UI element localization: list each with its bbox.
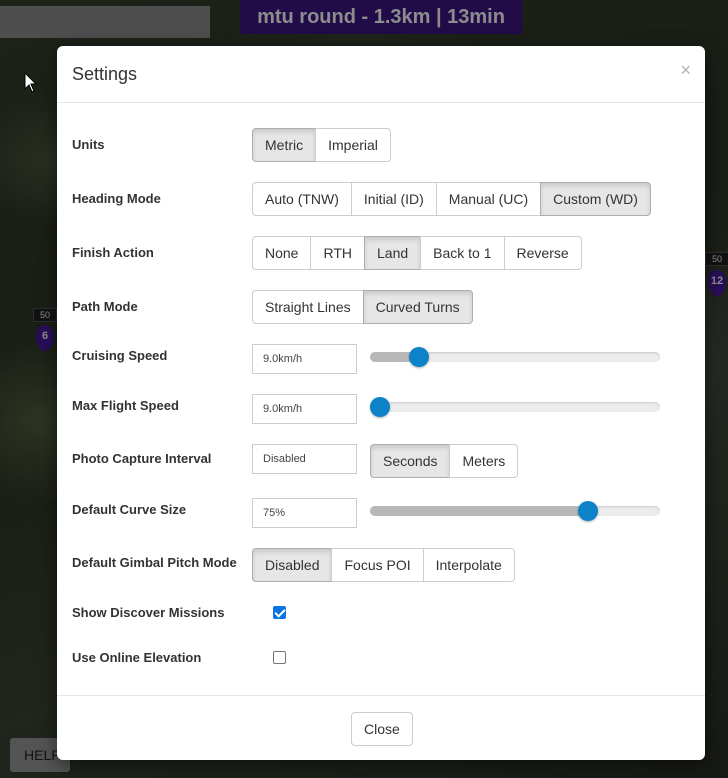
mouse-cursor-icon (24, 72, 38, 93)
finish-action-label: Finish Action (72, 245, 154, 260)
finish-back-to-1-button[interactable]: Back to 1 (420, 236, 505, 270)
modal-footer: Close (57, 695, 705, 760)
show-discover-missions-checkbox[interactable] (273, 606, 286, 619)
use-online-elevation-row: Use Online Elevation (57, 646, 705, 680)
default-curve-size-label: Default Curve Size (72, 502, 187, 517)
heading-manual-button[interactable]: Manual (UC) (435, 182, 542, 216)
settings-modal: Settings × Units Metric Imperial Heading… (57, 46, 705, 760)
cruising-speed-label: Cruising Speed (72, 348, 168, 363)
use-online-elevation-label: Use Online Elevation (72, 650, 202, 665)
units-row: Units Metric Imperial (57, 128, 705, 162)
gimbal-pitch-mode-label: Default Gimbal Pitch Mode (72, 555, 237, 570)
units-metric-button[interactable]: Metric (252, 128, 317, 162)
slider-handle[interactable] (577, 501, 598, 521)
units-imperial-button[interactable]: Imperial (315, 128, 391, 162)
slider-fill (370, 506, 588, 516)
cruising-speed-slider[interactable] (370, 347, 660, 367)
use-online-elevation-checkbox[interactable] (273, 651, 286, 664)
max-flight-speed-row: Max Flight Speed 9.0km/h (57, 394, 705, 428)
modal-title: Settings (72, 64, 138, 84)
finish-action-button-group: None RTH Land Back to 1 Reverse (252, 236, 582, 270)
finish-reverse-button[interactable]: Reverse (503, 236, 582, 270)
path-mode-row: Path Mode Straight Lines Curved Turns (57, 290, 705, 324)
heading-mode-button-group: Auto (TNW) Initial (ID) Manual (UC) Cust… (252, 182, 651, 216)
default-curve-size-slider[interactable] (370, 501, 660, 521)
slider-handle[interactable] (409, 347, 430, 367)
photo-capture-interval-input[interactable]: Disabled (252, 444, 357, 474)
interval-seconds-button[interactable]: Seconds (370, 444, 451, 478)
heading-auto-button[interactable]: Auto (TNW) (252, 182, 352, 216)
path-mode-button-group: Straight Lines Curved Turns (252, 290, 473, 324)
photo-capture-interval-row: Photo Capture Interval Disabled Seconds … (57, 444, 705, 478)
default-curve-size-input[interactable]: 75% (252, 498, 357, 528)
finish-none-button[interactable]: None (252, 236, 312, 270)
finish-land-button[interactable]: Land (364, 236, 422, 270)
gimbal-focus-poi-button[interactable]: Focus POI (331, 548, 424, 582)
path-mode-label: Path Mode (72, 299, 138, 314)
heading-initial-button[interactable]: Initial (ID) (350, 182, 437, 216)
interval-meters-button[interactable]: Meters (449, 444, 519, 478)
heading-mode-label: Heading Mode (72, 191, 161, 206)
max-flight-speed-input[interactable]: 9.0km/h (252, 394, 357, 424)
slider-handle[interactable] (370, 397, 391, 417)
max-flight-speed-label: Max Flight Speed (72, 398, 179, 413)
close-button[interactable]: Close (351, 712, 413, 746)
photo-interval-unit-button-group: Seconds Meters (370, 444, 519, 478)
finish-action-row: Finish Action None RTH Land Back to 1 Re… (57, 236, 705, 270)
show-discover-missions-row: Show Discover Missions (57, 601, 705, 635)
units-label: Units (72, 137, 105, 152)
finish-rth-button[interactable]: RTH (310, 236, 365, 270)
heading-mode-row: Heading Mode Auto (TNW) Initial (ID) Man… (57, 182, 705, 216)
heading-custom-button[interactable]: Custom (WD) (540, 182, 651, 216)
cruising-speed-row: Cruising Speed 9.0km/h (57, 344, 705, 378)
path-straight-lines-button[interactable]: Straight Lines (252, 290, 364, 324)
show-discover-missions-label: Show Discover Missions (72, 605, 225, 620)
modal-header: Settings × (57, 46, 705, 103)
default-curve-size-row: Default Curve Size 75% (57, 498, 705, 532)
units-button-group: Metric Imperial (252, 128, 391, 162)
gimbal-pitch-mode-button-group: Disabled Focus POI Interpolate (252, 548, 515, 582)
max-flight-speed-slider[interactable] (370, 397, 660, 417)
photo-capture-interval-label: Photo Capture Interval (72, 451, 212, 466)
gimbal-interpolate-button[interactable]: Interpolate (422, 548, 515, 582)
gimbal-pitch-mode-row: Default Gimbal Pitch Mode Disabled Focus… (57, 548, 705, 582)
cruising-speed-input[interactable]: 9.0km/h (252, 344, 357, 374)
gimbal-disabled-button[interactable]: Disabled (252, 548, 333, 582)
close-icon[interactable]: × (680, 60, 691, 80)
path-curved-turns-button[interactable]: Curved Turns (362, 290, 473, 324)
